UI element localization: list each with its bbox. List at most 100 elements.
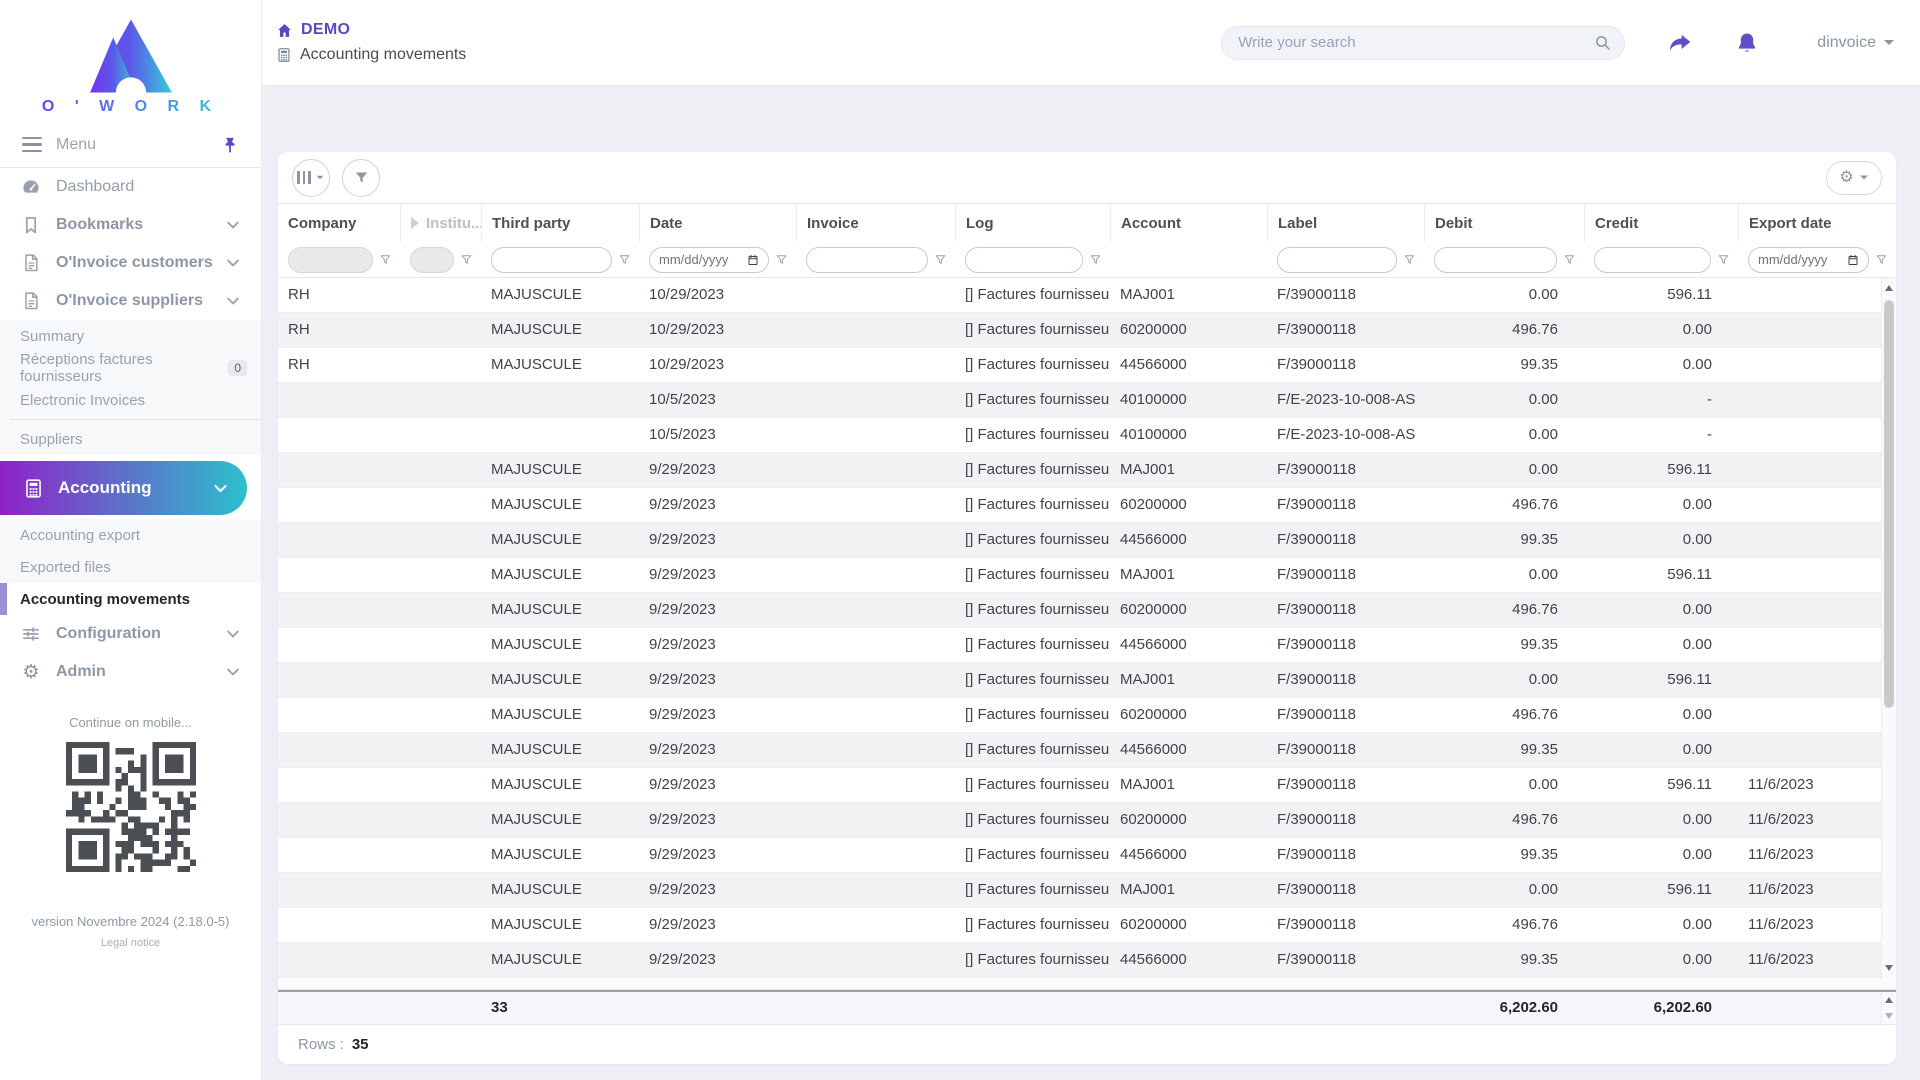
funnel-icon[interactable] xyxy=(460,253,473,266)
table-row[interactable]: 10/5/2023[] Factures fournisseurs4010000… xyxy=(278,383,1896,418)
notifications-button[interactable] xyxy=(1735,31,1759,55)
table-row[interactable]: RHMAJUSCULE10/29/2023[] Factures fournis… xyxy=(278,348,1896,383)
funnel-icon[interactable] xyxy=(379,253,392,266)
funnel-icon[interactable] xyxy=(1563,253,1576,266)
scroll-up-icon[interactable] xyxy=(1885,285,1893,291)
scroll-down-icon[interactable] xyxy=(1885,1013,1893,1019)
calendar-icon[interactable] xyxy=(747,254,759,266)
vertical-scrollbar[interactable] xyxy=(1881,278,1896,978)
sidebar-item-configuration[interactable]: Configuration xyxy=(0,615,261,653)
table-row[interactable]: MAJUSCULE9/29/2023[] Factures fournisseu… xyxy=(278,628,1896,663)
table-row[interactable]: MAJUSCULE9/29/2023[] Factures fournisseu… xyxy=(278,558,1896,593)
sidebar-item-bookmarks[interactable]: Bookmarks xyxy=(0,206,261,244)
date-filter-value[interactable]: mm/dd/yyyy xyxy=(659,252,742,267)
cell-credit: 596.11 xyxy=(1584,453,1738,487)
user-menu[interactable]: dinvoice xyxy=(1817,34,1894,52)
expand-column-icon[interactable] xyxy=(411,217,419,229)
column-header-account[interactable]: Account xyxy=(1110,204,1267,242)
legal-notice-link[interactable]: Legal notice xyxy=(0,937,261,949)
table-row[interactable]: MAJUSCULE9/29/2023[] Factures fournisseu… xyxy=(278,523,1896,558)
filter-input-export-date[interactable]: mm/dd/yyyy xyxy=(1748,247,1869,273)
sidebar-item-dashboard[interactable]: Dashboard xyxy=(0,168,261,206)
scroll-down-icon[interactable] xyxy=(1885,965,1893,971)
submenu-item-exported-files[interactable]: Exported files xyxy=(0,551,261,583)
column-header-credit[interactable]: Credit xyxy=(1584,204,1738,242)
sidebar-item-o-invoice-customers[interactable]: O'Invoice customers xyxy=(0,244,261,282)
filter-input-debit[interactable] xyxy=(1434,247,1557,273)
funnel-icon[interactable] xyxy=(775,253,788,266)
column-header-log[interactable]: Log xyxy=(955,204,1110,242)
table-row[interactable]: MAJUSCULE9/29/2023[] Factures fournisseu… xyxy=(278,838,1896,873)
table-row[interactable]: MAJUSCULE9/29/2023[] Factures fournisseu… xyxy=(278,663,1896,698)
sidebar-item-accounting[interactable]: Accounting xyxy=(0,461,247,515)
column-header-export-date[interactable]: Export date xyxy=(1738,204,1896,242)
share-button[interactable] xyxy=(1667,30,1693,56)
pin-sidebar-icon[interactable] xyxy=(221,136,239,154)
submenu-item-summary[interactable]: Summary xyxy=(0,320,261,352)
breadcrumb-root[interactable]: DEMO xyxy=(301,21,350,39)
column-header-third-party[interactable]: Third party xyxy=(481,204,639,242)
filter-input-third-party[interactable] xyxy=(491,247,612,273)
filter-toggle-button[interactable] xyxy=(342,159,380,197)
table-row[interactable]: MAJUSCULE9/29/2023[] Factures fournisseu… xyxy=(278,733,1896,768)
table-settings-button[interactable]: ⚙ xyxy=(1826,161,1882,195)
table-row[interactable]: MAJUSCULE9/29/2023[] Factures fournisseu… xyxy=(278,488,1896,523)
filter-input-label[interactable] xyxy=(1277,247,1397,273)
filter-input-log[interactable] xyxy=(965,247,1083,273)
date-filter-value[interactable]: mm/dd/yyyy xyxy=(1758,252,1842,267)
table-row[interactable]: 10/5/2023[] Factures fournisseurs4010000… xyxy=(278,418,1896,453)
filter-text-input[interactable] xyxy=(975,252,1073,267)
funnel-icon[interactable] xyxy=(934,253,947,266)
filter-text-input[interactable] xyxy=(501,252,602,267)
filter-input-date[interactable]: mm/dd/yyyy xyxy=(649,247,769,273)
submenu-item-electronic-invoices[interactable]: Electronic Invoices xyxy=(0,384,261,416)
filter-text-input[interactable] xyxy=(1287,252,1387,267)
table-row[interactable]: MAJUSCULE9/29/2023[] Factures fournisseu… xyxy=(278,768,1896,803)
filter-text-input[interactable] xyxy=(1444,252,1547,267)
cell-export-date: 11/6/2023 xyxy=(1738,943,1896,977)
search-input[interactable] xyxy=(1238,34,1594,51)
filter-input-invoice[interactable] xyxy=(806,247,928,273)
column-header-label[interactable]: Label xyxy=(1267,204,1424,242)
column-header-invoice[interactable]: Invoice xyxy=(796,204,955,242)
calendar-icon[interactable] xyxy=(1847,254,1859,266)
column-header-institu[interactable]: Institu... xyxy=(400,204,481,242)
funnel-icon[interactable] xyxy=(618,253,631,266)
filter-text-input[interactable] xyxy=(1604,252,1701,267)
table-row[interactable]: MAJUSCULE9/29/2023[] Factures fournisseu… xyxy=(278,908,1896,943)
submenu-item-accounting-movements[interactable]: Accounting movements xyxy=(0,583,261,615)
scrollbar-thumb[interactable] xyxy=(1884,300,1894,708)
funnel-icon[interactable] xyxy=(1403,253,1416,266)
hamburger-icon[interactable] xyxy=(22,137,42,153)
submenu-item-accounting-export[interactable]: Accounting export xyxy=(0,519,261,551)
table-row[interactable]: RHMAJUSCULE10/29/2023[] Factures fournis… xyxy=(278,313,1896,348)
table-row[interactable]: MAJUSCULE9/29/2023[] Factures fournisseu… xyxy=(278,943,1896,978)
sidebar-item-o-invoice-suppliers[interactable]: O'Invoice suppliers xyxy=(0,282,261,320)
cell-company xyxy=(278,453,400,487)
table-row[interactable]: MAJUSCULE9/29/2023[] Factures fournisseu… xyxy=(278,803,1896,838)
column-header-debit[interactable]: Debit xyxy=(1424,204,1584,242)
sidebar-item-admin[interactable]: ⚙Admin xyxy=(0,653,261,691)
column-header-company[interactable]: Company xyxy=(278,204,400,242)
summary-scrollbar[interactable] xyxy=(1881,992,1896,1024)
table-row[interactable]: MAJUSCULE9/29/2023[] Factures fournisseu… xyxy=(278,873,1896,908)
home-icon[interactable] xyxy=(276,22,293,39)
scroll-up-icon[interactable] xyxy=(1885,997,1893,1003)
column-chooser-button[interactable] xyxy=(292,159,330,197)
table-row[interactable]: RHMAJUSCULE10/29/2023[] Factures fournis… xyxy=(278,278,1896,313)
table-row[interactable]: MAJUSCULE9/29/2023[] Factures fournisseu… xyxy=(278,453,1896,488)
filter-text-input[interactable] xyxy=(816,252,918,267)
table-row[interactable]: MAJUSCULE9/29/2023[] Factures fournisseu… xyxy=(278,593,1896,628)
cell-company xyxy=(278,523,400,557)
search-icon[interactable] xyxy=(1594,34,1612,52)
funnel-icon[interactable] xyxy=(1717,253,1730,266)
funnel-icon[interactable] xyxy=(1089,253,1102,266)
column-header-date[interactable]: Date xyxy=(639,204,796,242)
funnel-icon[interactable] xyxy=(1875,253,1888,266)
global-search[interactable] xyxy=(1221,26,1625,60)
horizontal-scrollbar[interactable] xyxy=(278,978,1896,990)
submenu-item-suppliers[interactable]: Suppliers xyxy=(0,423,261,455)
submenu-item-r-ceptions-factures-fournisseurs[interactable]: Réceptions factures fournisseurs0 xyxy=(0,352,261,384)
filter-input-credit[interactable] xyxy=(1594,247,1711,273)
table-row[interactable]: MAJUSCULE9/29/2023[] Factures fournisseu… xyxy=(278,698,1896,733)
